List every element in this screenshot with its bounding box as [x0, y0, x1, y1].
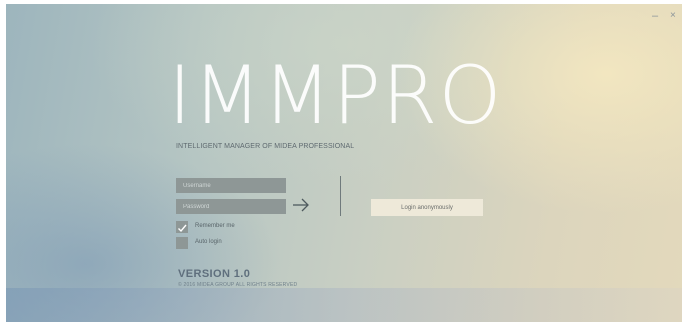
- close-button[interactable]: ×: [670, 10, 676, 21]
- minimize-button[interactable]: –: [652, 10, 658, 22]
- screenshot-frame: – × IMMPRO INTELLIGENT MANAGER OF MIDEA …: [0, 0, 685, 324]
- login-anonymously-button[interactable]: Login anonymously: [371, 199, 483, 216]
- login-window: – × IMMPRO INTELLIGENT MANAGER OF MIDEA …: [6, 4, 682, 322]
- remember-me-label: Remember me: [195, 223, 235, 229]
- auto-login-label: Auto login: [195, 239, 222, 245]
- app-logo: IMMPRO: [168, 49, 503, 142]
- copyright-text: © 2016 MIDEA GROUP ALL RIGHTS RESERVED: [178, 282, 298, 288]
- password-input[interactable]: [176, 199, 286, 214]
- app-subtitle: INTELLIGENT MANAGER OF MIDEA PROFESSIONA…: [176, 143, 355, 150]
- remember-me-checkbox[interactable]: [176, 221, 188, 233]
- divider: [340, 176, 341, 216]
- arrow-right-icon[interactable]: [291, 197, 311, 213]
- version-label: VERSION 1.0: [178, 268, 251, 280]
- username-input[interactable]: [176, 178, 286, 193]
- auto-login-checkbox[interactable]: [176, 237, 188, 249]
- checkmark-icon: [178, 224, 187, 233]
- bottom-band: [6, 288, 682, 322]
